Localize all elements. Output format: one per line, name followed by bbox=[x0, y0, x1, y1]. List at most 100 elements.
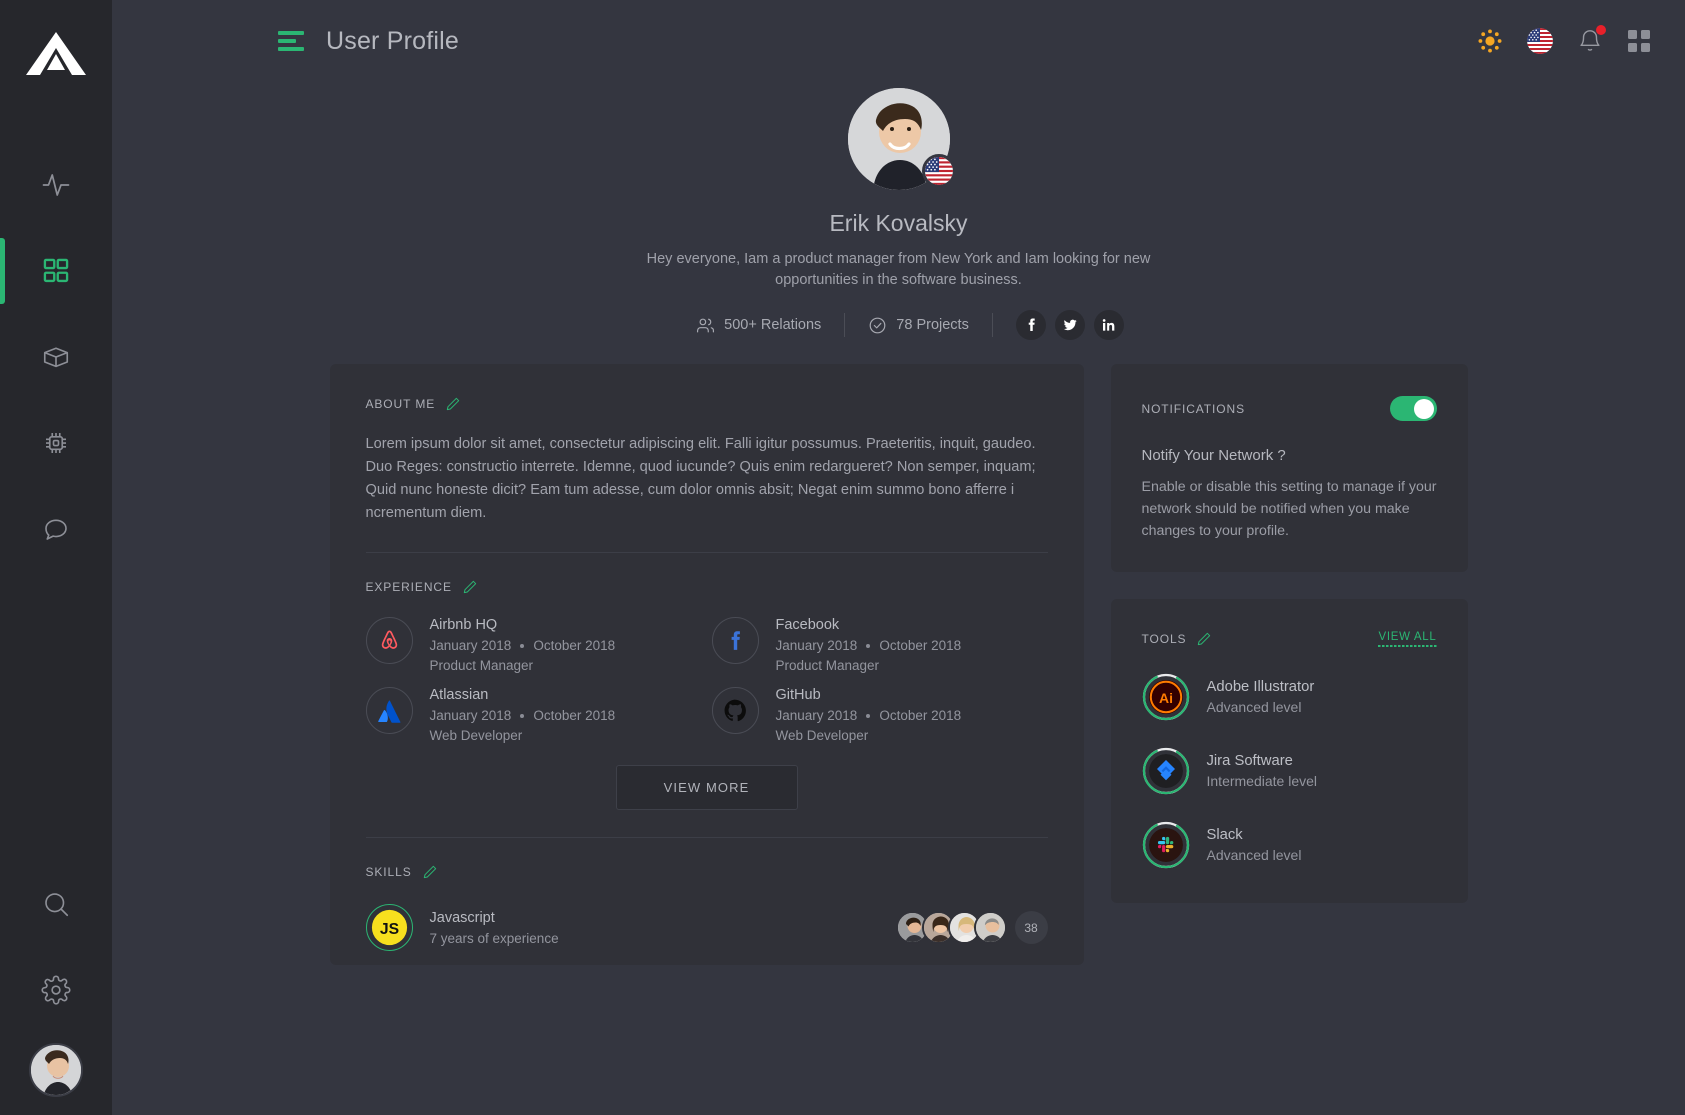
page-title: User Profile bbox=[326, 26, 459, 55]
language-button[interactable] bbox=[1527, 28, 1553, 54]
experience-company: Airbnb HQ bbox=[429, 617, 498, 633]
experience-list: Airbnb HQ January 2018 October 2018 Prod… bbox=[365, 617, 1048, 743]
sidebar-item-dashboard[interactable] bbox=[0, 228, 112, 314]
profile-stats: 500+ Relations 78 Projects bbox=[112, 310, 1685, 340]
sidebar-nav bbox=[0, 142, 112, 572]
experience-end: October 2018 bbox=[879, 708, 962, 723]
top-bar: User Profile bbox=[112, 0, 1685, 82]
tool-name: Jira Software bbox=[1206, 753, 1293, 769]
experience-info: Airbnb HQ January 2018 October 2018 Prod… bbox=[430, 617, 616, 673]
box-icon bbox=[43, 347, 69, 368]
skill-logo: JS bbox=[365, 904, 413, 951]
about-me-text: Lorem ipsum dolor sit amet, consectetur … bbox=[365, 436, 1036, 521]
view-more-button[interactable]: VIEW MORE bbox=[615, 765, 798, 810]
theme-toggle-button[interactable] bbox=[1477, 28, 1503, 54]
svg-text:Ai: Ai bbox=[1159, 690, 1173, 706]
apps-button[interactable] bbox=[1627, 29, 1651, 53]
divider bbox=[365, 837, 1048, 838]
chat-icon bbox=[45, 519, 67, 540]
about-me-title: ABOUT ME bbox=[365, 397, 436, 411]
view-all-link[interactable]: VIEW ALL bbox=[1378, 631, 1437, 647]
sidebar-item-search[interactable] bbox=[0, 861, 112, 947]
notification-badge-dot bbox=[1596, 25, 1606, 35]
sidebar-item-activity[interactable] bbox=[0, 142, 112, 228]
separator-dot-icon bbox=[520, 713, 525, 718]
chip-icon bbox=[46, 433, 66, 453]
search-icon bbox=[45, 893, 69, 917]
content-grid: ABOUT ME Lorem ipsum dolor sit amet, con… bbox=[112, 364, 1685, 965]
javascript-icon: JS bbox=[371, 909, 407, 946]
stat-relations[interactable]: 500+ Relations bbox=[673, 316, 844, 335]
sidebar-item-settings[interactable] bbox=[0, 947, 112, 1033]
tool-item[interactable]: Jira Software Intermediate level bbox=[1142, 747, 1437, 795]
experience-logo bbox=[365, 617, 413, 664]
separator-dot-icon bbox=[520, 643, 525, 648]
notifications-toggle[interactable] bbox=[1389, 396, 1437, 421]
experience-start: January 2018 bbox=[775, 638, 858, 653]
experience-logo bbox=[711, 687, 759, 734]
app-logo[interactable] bbox=[25, 22, 87, 84]
person-count-badge[interactable]: 38 bbox=[1014, 911, 1048, 944]
pencil-icon[interactable] bbox=[445, 396, 461, 412]
stat-projects[interactable]: 78 Projects bbox=[845, 316, 992, 335]
tool-meta: Adobe Illustrator Advanced level bbox=[1207, 679, 1315, 715]
sidebar-user-avatar[interactable] bbox=[29, 1043, 83, 1097]
skill-name: Javascript bbox=[429, 909, 495, 926]
experience-end: October 2018 bbox=[879, 638, 962, 653]
pencil-icon[interactable] bbox=[462, 579, 478, 595]
experience-dates: January 2018 October 2018 bbox=[776, 708, 962, 723]
experience-info: Facebook January 2018 October 2018 Produ… bbox=[776, 617, 962, 673]
hamburger-line bbox=[278, 31, 304, 35]
github-icon bbox=[724, 699, 746, 722]
skill-people: 38 bbox=[895, 911, 1048, 944]
notifications-button[interactable] bbox=[1577, 25, 1606, 55]
experience-item[interactable]: GitHub January 2018 October 2018 Web Dev… bbox=[711, 687, 1048, 743]
profile-bio: Hey everyone, Iam a product manager from… bbox=[646, 251, 1151, 288]
pencil-icon[interactable] bbox=[422, 864, 438, 880]
notifications-card: NOTIFICATIONS Notify Your Network ? Enab… bbox=[1110, 364, 1468, 572]
tool-meta: Jira Software Intermediate level bbox=[1207, 753, 1318, 789]
skill-experience: 7 years of experience bbox=[429, 930, 559, 946]
sidebar-item-products[interactable] bbox=[0, 314, 112, 400]
skills-title: SKILLS bbox=[365, 865, 412, 879]
pencil-icon[interactable] bbox=[1196, 631, 1212, 647]
separator-dot-icon bbox=[866, 713, 871, 718]
activity-icon bbox=[42, 174, 70, 196]
profile-avatar-wrap bbox=[847, 88, 956, 190]
experience-end: October 2018 bbox=[533, 638, 616, 653]
sidebar-item-hardware[interactable] bbox=[0, 400, 112, 486]
top-actions bbox=[1477, 25, 1651, 55]
tools-card: TOOLS VIEW ALL Ai Adobe Illustrator Adva… bbox=[1110, 599, 1468, 903]
separator-dot-icon bbox=[866, 643, 871, 648]
notifications-title: NOTIFICATIONS bbox=[1141, 401, 1245, 416]
experience-role: Product Manager bbox=[775, 658, 880, 673]
experience-company: GitHub bbox=[775, 687, 821, 703]
check-circle-icon bbox=[869, 317, 886, 333]
profile-name: Erik Kovalsky bbox=[829, 210, 968, 236]
tool-item[interactable]: Ai Adobe Illustrator Advanced level bbox=[1142, 673, 1437, 721]
social-twitter[interactable] bbox=[1054, 310, 1085, 340]
profile-hero: Erik Kovalsky Hey everyone, Iam a produc… bbox=[112, 82, 1685, 340]
sidebar-item-messages[interactable] bbox=[0, 486, 112, 572]
stat-projects-label: 78 Projects bbox=[896, 317, 969, 333]
tool-item[interactable]: Slack Advanced level bbox=[1142, 821, 1437, 869]
experience-item[interactable]: Atlassian January 2018 October 2018 Web … bbox=[365, 687, 702, 743]
experience-company: Atlassian bbox=[429, 687, 489, 703]
experience-item[interactable]: Airbnb HQ January 2018 October 2018 Prod… bbox=[365, 617, 702, 673]
experience-item[interactable]: Facebook January 2018 October 2018 Produ… bbox=[711, 617, 1048, 673]
hamburger-icon[interactable] bbox=[278, 31, 304, 51]
avatar-image bbox=[31, 1045, 81, 1095]
airbnb-icon bbox=[381, 630, 397, 649]
experience-header: EXPERIENCE bbox=[366, 579, 1048, 595]
tool-level: Advanced level bbox=[1206, 847, 1302, 863]
social-facebook[interactable] bbox=[1015, 310, 1046, 340]
toggle-knob bbox=[1414, 398, 1434, 419]
notifications-header: NOTIFICATIONS bbox=[1142, 396, 1437, 421]
grid-icon bbox=[43, 258, 69, 283]
person-avatar[interactable] bbox=[973, 911, 1007, 944]
notifications-question: Notify Your Network ? bbox=[1141, 447, 1286, 464]
main-area: User Profile Erik Kovalsky Hey everyone,… bbox=[112, 0, 1685, 1115]
social-linkedin[interactable] bbox=[1093, 310, 1124, 340]
sidebar bbox=[0, 0, 112, 1115]
social-links bbox=[993, 310, 1124, 340]
